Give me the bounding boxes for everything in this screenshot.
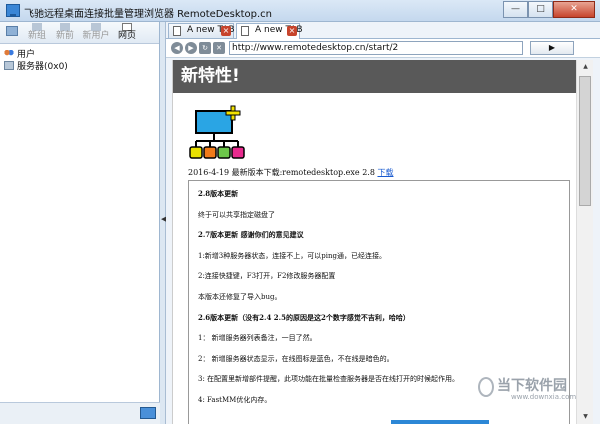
page-icon xyxy=(173,26,181,36)
left-status-bar xyxy=(0,402,160,424)
release-note-line: 2.6版本更新（没有2.4 2.5的原因是这2个数字感觉不吉利，哈哈） xyxy=(198,312,410,322)
release-note-line: 2： 新增服务器状态显示，在线图标是蓝色，不在线是暗色的。 xyxy=(198,354,394,363)
webpage-label: 网页 xyxy=(117,31,136,41)
tree-item-servers[interactable]: 服务器(0x0) xyxy=(4,59,155,72)
new-user-label: 新用户 xyxy=(82,31,110,41)
watermark-main: 当下软件园 xyxy=(497,378,567,394)
release-note-line: 1:新增3种服务器状态，连接不上，可以ping通，已经连接。 xyxy=(198,251,386,260)
web-content: 新特性! 2016-4-19 最新版本下载:remotedesktop.exe … xyxy=(172,60,576,424)
title-bar: 飞驰远程桌面连接批量管理浏览器 RemoteDesktop.cn — □ ✕ xyxy=(0,0,600,22)
minimize-button[interactable]: — xyxy=(503,1,528,18)
refresh-button[interactable]: ↻ xyxy=(199,42,211,54)
scroll-up-arrow-icon[interactable]: ▲ xyxy=(577,60,594,74)
page-icon xyxy=(241,26,249,36)
new-group-label: 新组 xyxy=(27,31,46,41)
new-front-button[interactable]: 新前 xyxy=(52,22,78,43)
maximize-button[interactable]: □ xyxy=(528,1,553,18)
new-front-icon xyxy=(60,23,70,31)
release-note-line: 1： 新增服务器列表备注，一目了然。 xyxy=(198,334,317,343)
tab-close-icon[interactable]: × xyxy=(287,26,297,36)
forward-button[interactable]: ▶ xyxy=(185,42,197,54)
tree-item-users[interactable]: 用户 xyxy=(4,47,155,60)
release-note-line: 2:连接快捷键，F3打开，F2修改服务器配置 xyxy=(198,272,336,281)
go-button[interactable]: ▶ xyxy=(530,41,574,55)
release-note-line: 本版本还修复了导入bug。 xyxy=(198,292,282,301)
connect-icon xyxy=(6,26,18,36)
app-icon xyxy=(6,4,20,17)
left-toolbar: 新组 新前 新用户 网页 xyxy=(0,22,159,44)
page-banner: 新特性! xyxy=(173,60,576,93)
release-note-line: 2.8版本更新 xyxy=(198,189,239,198)
vertical-scrollbar[interactable]: ▲ ▼ xyxy=(576,60,593,424)
window-title: 飞驰远程桌面连接批量管理浏览器 RemoteDesktop.cn xyxy=(24,9,273,20)
monitor-icon[interactable] xyxy=(140,407,156,419)
network-illustration xyxy=(189,105,245,159)
close-button[interactable]: ✕ xyxy=(553,1,595,18)
new-group-button[interactable]: 新组 xyxy=(24,22,50,43)
navigation-bar: ◀ ▶ ↻ ✕ http://www.remotedesktop.cn/star… xyxy=(166,38,600,58)
release-info: 2016-4-19 最新版本下载:remotedesktop.exe 2.8 下… xyxy=(188,167,393,178)
window-controls: — □ ✕ xyxy=(503,1,595,18)
release-text: 2016-4-19 最新版本下载:remotedesktop.exe 2.8 xyxy=(188,168,375,177)
new-front-label: 新前 xyxy=(55,31,74,41)
tree-item-label: 服务器(0x0) xyxy=(17,61,68,72)
webpage-icon xyxy=(122,23,132,31)
scroll-thumb[interactable] xyxy=(579,76,591,206)
new-user-icon xyxy=(91,23,101,31)
tab-1[interactable]: A new TAB × xyxy=(168,23,235,38)
release-note-line: 2.7版本更新 感谢你们的意见建议 xyxy=(198,230,304,240)
tab-close-icon[interactable]: × xyxy=(221,26,231,36)
browser-panel: A new TAB × A new TAB × ◀ ▶ ↻ ✕ http://w… xyxy=(166,22,600,424)
server-tree: 用户 服务器(0x0) xyxy=(0,44,159,74)
left-panel: 新组 新前 新用户 网页 用户 服务器(0x0) xyxy=(0,22,160,424)
blue-banner-image xyxy=(391,420,489,424)
users-icon xyxy=(4,48,14,58)
address-input[interactable]: http://www.remotedesktop.cn/start/2 xyxy=(229,41,523,55)
back-button[interactable]: ◀ xyxy=(171,42,183,54)
stop-button[interactable]: ✕ xyxy=(213,42,225,54)
release-note-line: 终于可以共享指定磁盘了 xyxy=(198,210,275,219)
server-icon xyxy=(4,60,14,70)
new-group-icon xyxy=(32,23,42,31)
connect-dropdown-button[interactable] xyxy=(4,22,22,43)
scroll-down-arrow-icon[interactable]: ▼ xyxy=(577,410,594,424)
watermark-url: www.downxia.com xyxy=(511,393,577,401)
download-link[interactable]: 下载 xyxy=(377,168,393,177)
new-user-button[interactable]: 新用户 xyxy=(80,22,112,43)
tab-strip: A new TAB × A new TAB × xyxy=(166,22,600,39)
tab-2[interactable]: A new TAB × xyxy=(236,23,303,39)
watermark-text: 当下软件园 xyxy=(467,375,567,395)
webpage-button[interactable]: 网页 xyxy=(114,22,140,43)
